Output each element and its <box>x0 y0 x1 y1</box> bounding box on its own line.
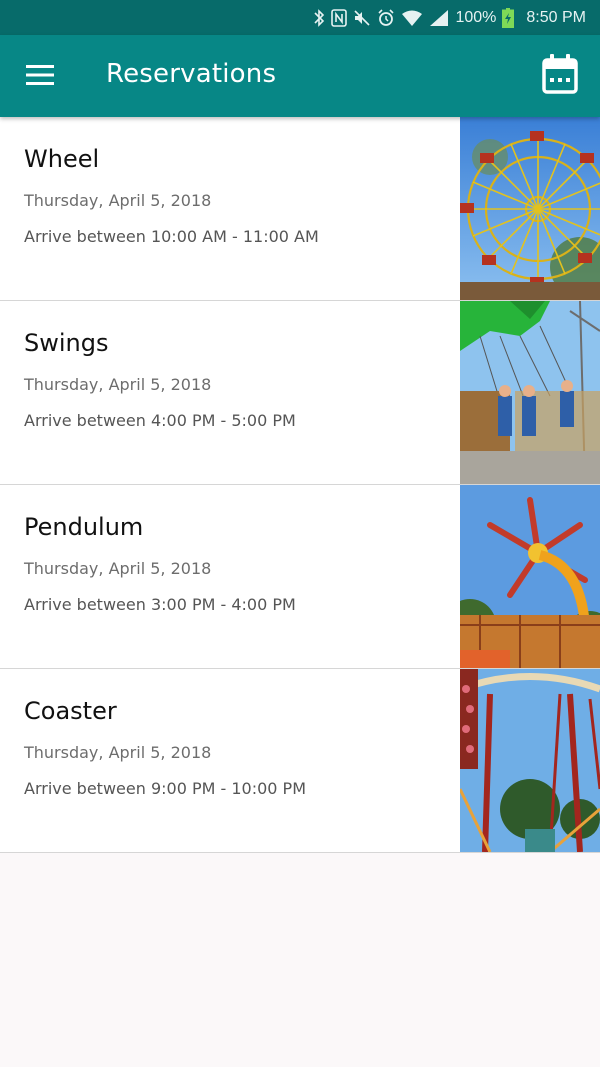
bluetooth-icon <box>313 8 325 28</box>
hamburger-menu-icon <box>25 64 55 91</box>
reservation-card-swings[interactable]: Swings Thursday, April 5, 2018 Arrive be… <box>0 301 600 485</box>
calendar-button[interactable] <box>540 53 580 99</box>
reservation-date: Thursday, April 5, 2018 <box>24 191 212 210</box>
reservation-date: Thursday, April 5, 2018 <box>24 743 212 762</box>
alarm-icon <box>377 8 395 28</box>
reservation-card-wheel[interactable]: Wheel Thursday, April 5, 2018 Arrive bet… <box>0 117 600 301</box>
pendulum-ride-photo <box>460 485 600 668</box>
reservation-card-coaster[interactable]: Coaster Thursday, April 5, 2018 Arrive b… <box>0 669 600 853</box>
roller-coaster-photo <box>460 669 600 852</box>
app-bar: Reservations <box>0 35 600 117</box>
calendar-icon <box>542 53 578 99</box>
ride-name: Pendulum <box>24 513 144 541</box>
ferris-wheel-photo <box>460 117 600 300</box>
clock-time: 8:50 PM <box>526 8 586 26</box>
wifi-icon <box>401 8 423 28</box>
signal-icon <box>429 8 449 28</box>
reservation-list: Wheel Thursday, April 5, 2018 Arrive bet… <box>0 117 600 853</box>
arrival-window: Arrive between 10:00 AM - 11:00 AM <box>24 227 319 246</box>
arrival-window: Arrive between 4:00 PM - 5:00 PM <box>24 411 296 430</box>
arrival-window: Arrive between 3:00 PM - 4:00 PM <box>24 595 296 614</box>
status-bar: 100% 8:50 PM <box>0 0 600 35</box>
reservation-date: Thursday, April 5, 2018 <box>24 559 212 578</box>
menu-button[interactable] <box>22 59 58 95</box>
reservation-card-pendulum[interactable]: Pendulum Thursday, April 5, 2018 Arrive … <box>0 485 600 669</box>
arrival-window: Arrive between 9:00 PM - 10:00 PM <box>24 779 306 798</box>
page-title: Reservations <box>106 59 277 89</box>
swing-ride-photo <box>460 301 600 484</box>
battery-percent: 100% <box>455 8 497 26</box>
status-icons <box>313 8 449 28</box>
ride-name: Coaster <box>24 697 117 725</box>
mute-icon <box>353 8 371 28</box>
battery-charging-icon <box>502 7 515 28</box>
nfc-icon <box>331 8 348 28</box>
ride-name: Wheel <box>24 145 100 173</box>
reservation-date: Thursday, April 5, 2018 <box>24 375 212 394</box>
ride-name: Swings <box>24 329 109 357</box>
